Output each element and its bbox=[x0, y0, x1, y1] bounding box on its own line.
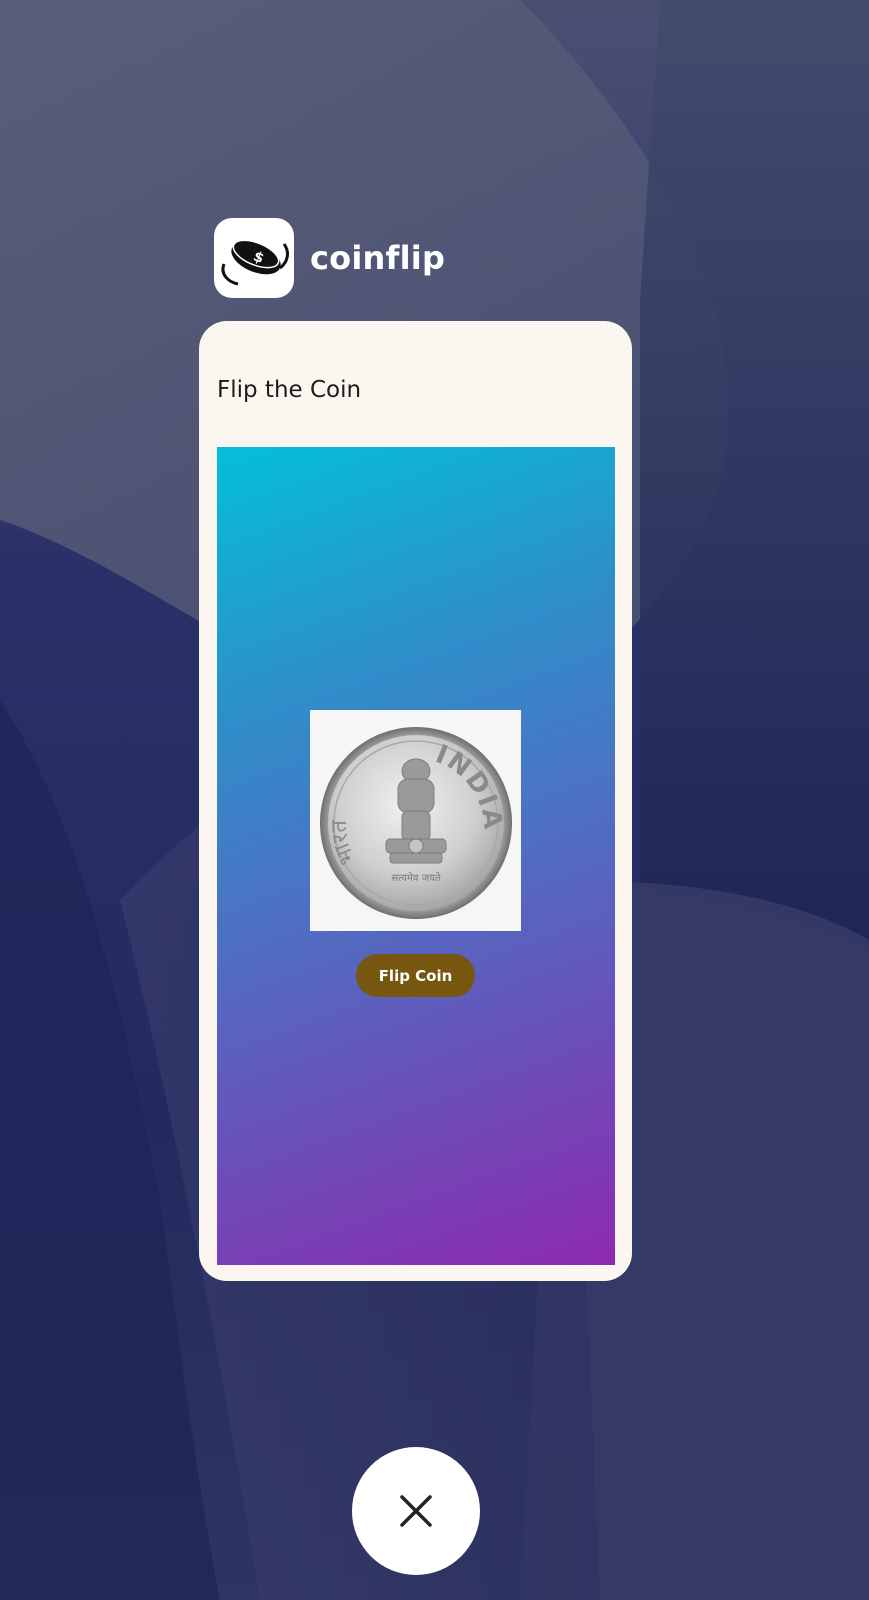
indian-one-rupee-coin: INDIA भारत सत्यमेव जयते bbox=[319, 726, 512, 919]
app-preview-card[interactable]: Flip the Coin INDIA भारत सत्यमेव जयते Fl… bbox=[199, 321, 632, 1281]
flip-coin-button[interactable]: Flip Coin bbox=[356, 954, 475, 997]
close-icon bbox=[400, 1495, 432, 1527]
close-recents-button[interactable] bbox=[352, 1447, 480, 1575]
app-header[interactable]: $ coinflip bbox=[214, 218, 445, 298]
svg-text:सत्यमेव जयते: सत्यमेव जयते bbox=[391, 872, 440, 884]
page-title: Flip the Coin bbox=[217, 377, 362, 403]
coin-dollar-icon[interactable]: $ bbox=[214, 218, 294, 298]
coin-flip-area: INDIA भारत सत्यमेव जयते Flip Coin bbox=[217, 447, 615, 1265]
coin-image: INDIA भारत सत्यमेव जयते bbox=[310, 710, 521, 931]
app-name: coinflip bbox=[310, 239, 446, 277]
